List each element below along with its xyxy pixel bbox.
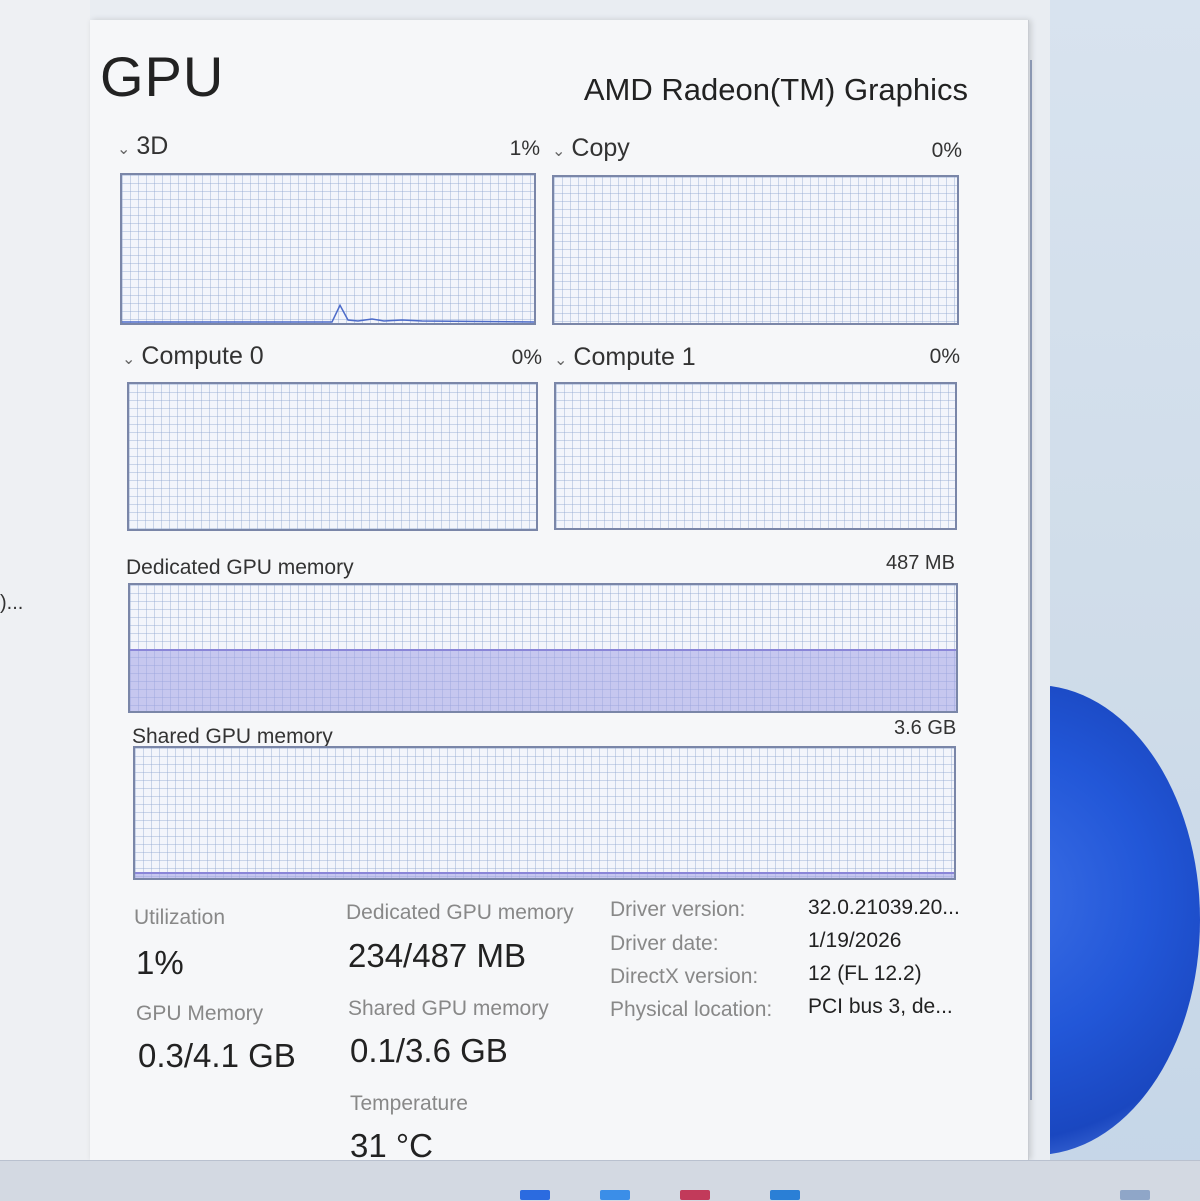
temperature-label: Temperature <box>350 1092 468 1115</box>
engine-compute1-percent: 0% <box>929 345 960 368</box>
taskbar-app-icon[interactable] <box>680 1190 710 1200</box>
shared-stat-value: 0.1/3.6 GB <box>350 1032 508 1069</box>
utilization-label: Utilization <box>134 906 226 929</box>
driver-version-label: Driver version: <box>610 898 746 921</box>
engine-compute0-selector[interactable]: ⌄ Compute 0 <box>122 342 264 371</box>
chevron-down-icon: ⌄ <box>122 351 136 368</box>
shared-memory-graph <box>133 746 956 880</box>
dedicated-memory-max: 487 MB <box>886 552 955 574</box>
chevron-down-icon: ⌄ <box>117 141 131 158</box>
utilization-value: 1% <box>136 944 184 981</box>
gpu-memory-label: GPU Memory <box>136 1002 264 1025</box>
dedicated-stat-label: Dedicated GPU memory <box>346 901 574 924</box>
chevron-down-icon: ⌄ <box>552 143 566 160</box>
driver-date-value: 1/19/2026 <box>808 929 902 952</box>
engine-3d-graph <box>120 173 536 325</box>
shared-stat-label: Shared GPU memory <box>348 997 549 1020</box>
driver-version-value: 32.0.21039.20... <box>808 896 960 919</box>
truncated-left-text[interactable]: )... <box>0 592 23 615</box>
taskbar-app-icon[interactable] <box>520 1190 550 1200</box>
directx-value: 12 (FL 12.2) <box>808 962 922 985</box>
engine-copy-label: Copy <box>571 134 630 162</box>
dedicated-memory-label: Dedicated GPU memory <box>126 556 354 579</box>
engine-compute0-percent: 0% <box>511 346 542 369</box>
dedicated-memory-fill <box>130 648 956 711</box>
engine-compute0-label: Compute 0 <box>141 342 264 370</box>
dedicated-stat-value: 234/487 MB <box>348 937 526 974</box>
gpu-memory-value: 0.3/4.1 GB <box>138 1037 296 1074</box>
taskbar-app-icon[interactable] <box>1120 1190 1150 1200</box>
shared-memory-fill <box>135 872 954 878</box>
engine-compute1-graph <box>554 382 957 530</box>
engine-compute1-selector[interactable]: ⌄ Compute 1 <box>554 343 696 372</box>
shared-memory-max: 3.6 GB <box>894 717 957 739</box>
desktop-wallpaper <box>1050 0 1200 1200</box>
engine-copy-graph <box>552 175 959 325</box>
physical-location-label: Physical location: <box>610 998 773 1021</box>
directx-label: DirectX version: <box>610 965 759 988</box>
engine-compute1-label: Compute 1 <box>573 343 696 371</box>
dedicated-memory-graph <box>128 583 958 713</box>
gpu-model-name: AMD Radeon(TM) Graphics <box>583 72 968 107</box>
engine-3d-line <box>122 303 534 323</box>
wallpaper-bloom <box>1050 685 1200 1155</box>
engine-copy-percent: 0% <box>931 139 962 162</box>
engine-3d-selector[interactable]: ⌄ 3D <box>117 132 168 161</box>
taskbar-app-icon[interactable] <box>600 1190 630 1200</box>
engine-compute0-graph <box>127 382 538 531</box>
engine-3d-label: 3D <box>136 132 169 160</box>
engine-3d-usage-line <box>122 303 534 323</box>
scrollbar[interactable] <box>1030 60 1032 1100</box>
driver-date-label: Driver date: <box>610 932 719 955</box>
page-title: GPU <box>100 45 225 108</box>
taskbar-app-icon[interactable] <box>770 1190 800 1200</box>
physical-location-value: PCI bus 3, de... <box>808 995 953 1018</box>
chevron-down-icon: ⌄ <box>554 352 568 369</box>
engine-3d-percent: 1% <box>509 137 540 160</box>
engine-copy-selector[interactable]: ⌄ Copy <box>552 134 630 163</box>
left-navigation-panel: )... <box>0 0 90 1160</box>
